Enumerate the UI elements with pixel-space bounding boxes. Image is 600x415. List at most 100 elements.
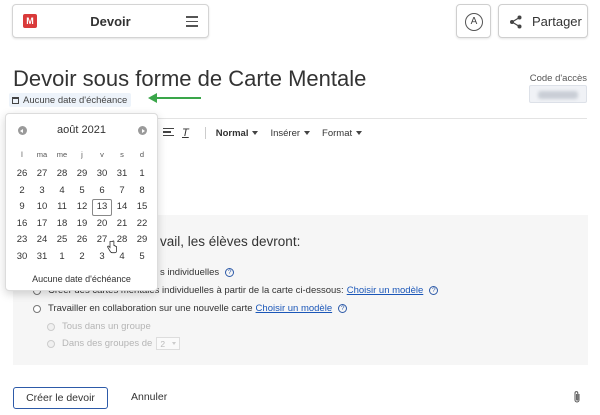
calendar-day[interactable]: 24 <box>32 232 52 249</box>
calendar-day[interactable]: 18 <box>52 216 72 233</box>
accessibility-button[interactable]: A <box>456 4 491 38</box>
clear-format-icon[interactable]: T <box>182 127 189 139</box>
insert-select-label: Insérer <box>270 127 301 139</box>
calendar-day[interactable]: 7 <box>112 183 132 200</box>
option-individual-label: s individuelles <box>160 267 220 278</box>
calendar-day[interactable]: 26 <box>12 166 32 183</box>
calendar-day[interactable]: 26 <box>72 232 92 249</box>
choose-template-link[interactable]: Choisir un modèle <box>256 303 333 314</box>
annotation-arrow-icon <box>148 93 201 103</box>
cancel-button[interactable]: Annuler <box>131 391 167 403</box>
calendar-grid: 26 27 28 29 30 31 1 2 3 4 5 6 7 8 9 10 11 12 13 14 15 16 17 18 1… <box>12 166 152 265</box>
calendar-day[interactable]: 10 <box>32 199 52 216</box>
calendar-day[interactable]: 30 <box>92 166 112 183</box>
calendar-day[interactable]: 5 <box>72 183 92 200</box>
calendar-day[interactable]: 9 <box>12 199 32 216</box>
calendar-day[interactable]: 2 <box>72 249 92 266</box>
style-select-label: Normal <box>215 127 249 139</box>
accessibility-icon: A <box>465 13 483 31</box>
calendar-day[interactable]: 8 <box>132 183 152 200</box>
radio-button[interactable] <box>47 339 55 348</box>
help-icon[interactable]: ? <box>225 268 235 277</box>
chevron-down-icon <box>252 131 259 135</box>
weekday-label: me <box>56 150 68 159</box>
access-code-value-blurred <box>538 91 578 99</box>
editor-toolbar: T Normal Insérer Format <box>163 125 374 141</box>
style-select[interactable]: Normal <box>216 128 259 139</box>
next-month-icon[interactable] <box>138 126 147 135</box>
calendar-day[interactable]: 19 <box>72 216 92 233</box>
align-left-icon[interactable] <box>163 128 174 138</box>
no-due-date-option[interactable]: Aucune date d'échéance <box>6 274 157 284</box>
weekday-label: v <box>100 150 104 159</box>
weekday-label: ma <box>36 150 48 159</box>
calendar-day[interactable]: 1 <box>132 166 152 183</box>
access-code-field[interactable] <box>529 85 587 103</box>
weekday-label: l <box>21 150 23 159</box>
toolbar-divider <box>158 118 587 119</box>
hamburger-menu-icon[interactable] <box>186 16 198 27</box>
calendar-day[interactable]: 16 <box>12 216 32 233</box>
chevron-down-icon <box>172 342 177 345</box>
share-label: Partager <box>532 14 582 29</box>
weekday-label: s <box>120 150 124 159</box>
radio-button[interactable] <box>33 304 41 313</box>
calendar-day[interactable]: 5 <box>132 249 152 266</box>
calendar-day[interactable]: 4 <box>52 183 72 200</box>
calendar-day[interactable]: 25 <box>52 232 72 249</box>
calendar-day[interactable]: 31 <box>112 166 132 183</box>
sub-option-single-group[interactable]: Tous dans un groupe <box>47 321 151 332</box>
chevron-down-icon <box>356 131 363 135</box>
option-individual[interactable]: s individuelles ? <box>160 267 235 278</box>
share-button[interactable]: Partager <box>498 4 588 38</box>
create-assignment-button[interactable]: Créer le devoir <box>13 387 108 409</box>
calendar-day[interactable]: 20 <box>92 216 112 233</box>
calendar-day[interactable]: 28 <box>52 166 72 183</box>
insert-select[interactable]: Insérer <box>270 127 311 139</box>
share-icon <box>510 15 522 29</box>
calendar-day[interactable]: 11 <box>52 199 72 216</box>
calendar-day[interactable]: 22 <box>132 216 152 233</box>
group-size-select[interactable]: 2 <box>156 337 181 350</box>
datepicker-popup: août 2021 l ma me j v s d 26 27 28 29 30 31 1 2 3 4 5 6 7 8… <box>5 113 158 291</box>
weekday-header: l ma me j v s d <box>12 150 152 159</box>
format-select-label: Format <box>322 127 353 139</box>
group-size-value: 2 <box>160 338 166 349</box>
due-date-label: Aucune date d'échéance <box>23 94 128 106</box>
help-icon[interactable]: ? <box>338 304 348 313</box>
calendar-day[interactable]: 6 <box>92 183 112 200</box>
calendar-icon <box>12 96 19 104</box>
datepicker-month: août 2021 <box>57 124 106 136</box>
hand-cursor-icon <box>107 240 117 254</box>
due-date-button[interactable]: Aucune date d'échéance <box>9 93 132 107</box>
instructions-heading: vail, les élèves devront: <box>160 234 301 249</box>
calendar-day[interactable]: 21 <box>112 216 132 233</box>
toolbar-separator <box>204 127 206 139</box>
calendar-day[interactable]: 15 <box>132 199 152 216</box>
option-collaboration-label: Travailler en collaboration sur une nouv… <box>48 303 253 314</box>
help-icon[interactable]: ? <box>429 286 439 295</box>
calendar-day[interactable]: 17 <box>32 216 52 233</box>
app-title: Devoir <box>90 14 131 29</box>
page-title: Devoir sous forme de Carte Mentale <box>13 66 367 91</box>
calendar-day[interactable]: 14 <box>112 199 132 216</box>
format-select[interactable]: Format <box>322 127 363 139</box>
calendar-day[interactable]: 3 <box>32 183 52 200</box>
calendar-day[interactable]: 2 <box>12 183 32 200</box>
calendar-day[interactable]: 29 <box>72 166 92 183</box>
radio-button[interactable] <box>47 322 55 331</box>
calendar-day[interactable]: 13 <box>92 199 112 216</box>
calendar-day[interactable]: 31 <box>32 249 52 266</box>
calendar-day[interactable]: 1 <box>52 249 72 266</box>
paperclip-icon[interactable] <box>572 390 582 404</box>
option-collaboration[interactable]: Travailler en collaboration sur une nouv… <box>33 303 348 314</box>
choose-template-link[interactable]: Choisir un modèle <box>347 285 424 296</box>
weekday-label: j <box>81 150 83 159</box>
calendar-day[interactable]: 23 <box>12 232 32 249</box>
calendar-day[interactable]: 12 <box>72 199 92 216</box>
calendar-day[interactable]: 27 <box>32 166 52 183</box>
sub-option-groups-of[interactable]: Dans des groupes de 2 <box>47 337 181 350</box>
calendar-day[interactable]: 29 <box>132 232 152 249</box>
access-code-label: Code d'accès <box>529 73 587 84</box>
calendar-day[interactable]: 30 <box>12 249 32 266</box>
